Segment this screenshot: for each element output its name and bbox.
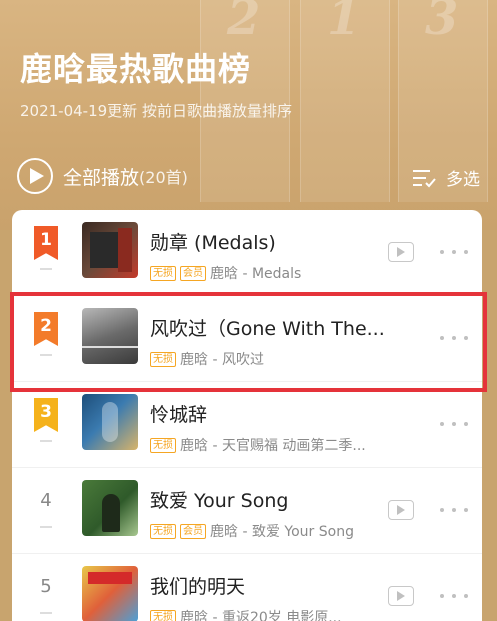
- lossless-badge: 无损: [150, 265, 176, 281]
- more-options-button[interactable]: [440, 242, 468, 262]
- song-title: 勋章 (Medals): [150, 232, 276, 254]
- rank-badge: 2: [34, 312, 58, 346]
- song-meta: 无损 会员 鹿晗 - Medals: [150, 263, 400, 283]
- song-title: 怜城辞: [150, 404, 208, 426]
- video-play-icon: [397, 505, 405, 515]
- dot-icon: [440, 336, 444, 340]
- song-row[interactable]: 1 勋章 (Medals) 无损 会员 鹿晗 - Medals: [12, 210, 482, 296]
- dot-icon: [452, 336, 456, 340]
- dot-icon: [464, 336, 468, 340]
- dot-icon: [440, 250, 444, 254]
- artist-album: 鹿晗 - 风吹过: [180, 352, 264, 368]
- play-all-button[interactable]: 全部播放 (20首): [17, 158, 188, 194]
- artist-album: 鹿晗 - 天官赐福 动画第二季...: [180, 438, 366, 454]
- dot-icon: [464, 250, 468, 254]
- song-row[interactable]: 3 怜城辞 无损 鹿晗 - 天官赐福 动画第二季...: [12, 382, 482, 468]
- dot-icon: [440, 422, 444, 426]
- dot-icon: [452, 508, 456, 512]
- album-cover[interactable]: [82, 480, 138, 536]
- chart-header: 2 1 3 鹿晗最热歌曲榜 2021-04-19更新 按前日歌曲播放量排序 全部…: [0, 0, 497, 230]
- rank-badge: 3: [34, 398, 58, 432]
- dot-icon: [440, 594, 444, 598]
- album-cover[interactable]: [82, 394, 138, 450]
- dot-icon: [464, 422, 468, 426]
- song-row[interactable]: 5 我们的明天 无损 鹿晗 - 重返20岁 电影原...: [12, 554, 482, 621]
- dot-icon: [452, 250, 456, 254]
- play-icon: [17, 158, 53, 194]
- rank-trend-indicator: [40, 268, 52, 270]
- rank-badge: 1: [34, 226, 58, 260]
- rank-trend-indicator: [40, 354, 52, 356]
- vip-badge: 会员: [180, 523, 206, 539]
- more-options-button[interactable]: [440, 414, 468, 434]
- mv-play-button[interactable]: [388, 586, 414, 606]
- multi-select-label: 多选: [446, 170, 480, 190]
- mv-play-button[interactable]: [388, 242, 414, 262]
- song-count: (20首): [139, 168, 188, 187]
- song-meta: 无损 会员 鹿晗 - 致爱 Your Song: [150, 521, 400, 541]
- mv-play-button[interactable]: [388, 500, 414, 520]
- dot-icon: [464, 594, 468, 598]
- dot-icon: [464, 508, 468, 512]
- dot-icon: [452, 594, 456, 598]
- more-options-button[interactable]: [440, 500, 468, 520]
- dot-icon: [440, 508, 444, 512]
- decorative-panel: 1: [300, 0, 390, 202]
- song-row[interactable]: 2 风吹过（Gone With The... 无损 鹿晗 - 风吹过: [12, 296, 482, 382]
- rank-trend-indicator: [40, 526, 52, 528]
- song-meta: 无损 鹿晗 - 天官赐福 动画第二季...: [150, 435, 400, 455]
- vip-badge: 会员: [180, 265, 206, 281]
- artist-album: 鹿晗 - 重返20岁 电影原...: [180, 610, 342, 621]
- album-cover[interactable]: [82, 308, 138, 364]
- lossless-badge: 无损: [150, 523, 176, 539]
- rank-trend-indicator: [40, 612, 52, 614]
- song-meta: 无损 鹿晗 - 重返20岁 电影原...: [150, 607, 400, 621]
- list-check-icon: [413, 169, 436, 187]
- song-title: 致爱 Your Song: [150, 490, 289, 512]
- more-options-button[interactable]: [440, 328, 468, 348]
- song-list: 1 勋章 (Medals) 无损 会员 鹿晗 - Medals 2 风吹过（Go…: [12, 210, 482, 621]
- album-cover[interactable]: [82, 566, 138, 621]
- rank-trend-indicator: [40, 440, 52, 442]
- more-options-button[interactable]: [440, 586, 468, 606]
- song-title: 风吹过（Gone With The...: [150, 318, 385, 340]
- dot-icon: [452, 422, 456, 426]
- song-meta: 无损 鹿晗 - 风吹过: [150, 349, 400, 369]
- multi-select-button[interactable]: 多选: [412, 165, 480, 190]
- video-play-icon: [397, 591, 405, 601]
- lossless-badge: 无损: [150, 437, 176, 453]
- song-title: 我们的明天: [150, 576, 246, 598]
- video-play-icon: [397, 247, 405, 257]
- album-cover[interactable]: [82, 222, 138, 278]
- rank-number: 5: [40, 576, 52, 597]
- lossless-badge: 无损: [150, 609, 176, 621]
- page-title: 鹿晗最热歌曲榜: [20, 50, 252, 88]
- rank-number: 4: [40, 490, 52, 511]
- page-subtitle: 2021-04-19更新 按前日歌曲播放量排序: [20, 102, 292, 120]
- lossless-badge: 无损: [150, 351, 176, 367]
- play-all-label: 全部播放: [63, 166, 140, 189]
- song-row[interactable]: 4 致爱 Your Song 无损 会员 鹿晗 - 致爱 Your Song: [12, 468, 482, 554]
- artist-album: 鹿晗 - Medals: [210, 266, 302, 282]
- artist-album: 鹿晗 - 致爱 Your Song: [210, 524, 354, 540]
